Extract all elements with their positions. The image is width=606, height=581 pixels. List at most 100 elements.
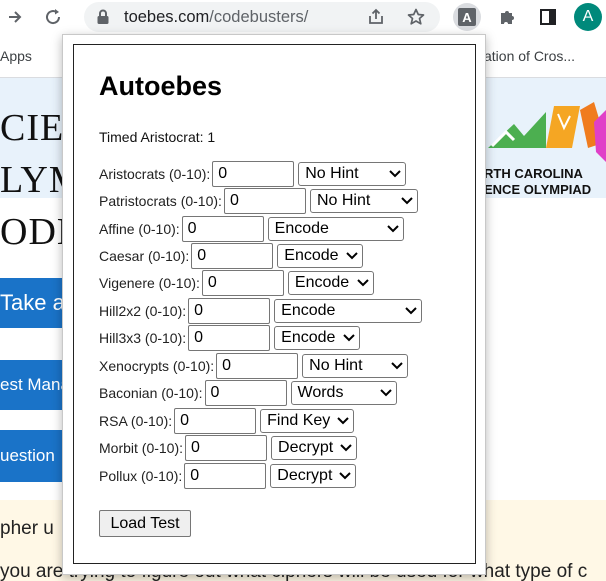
row-rsa: RSA (0-10): Find Key	[99, 408, 355, 434]
hill3x3-label: Hill3x3 (0-10):	[99, 330, 187, 346]
morbit-label: Morbit (0-10):	[99, 440, 184, 456]
side-panel-button[interactable]	[534, 3, 562, 31]
pollux-count-input[interactable]	[184, 463, 267, 489]
timed-aristocrat-label: Timed Aristocrat: 1	[99, 129, 216, 145]
affine-mode-select[interactable]: Encode	[267, 217, 404, 241]
row-caesar: Caesar (0-10): Encode	[99, 243, 364, 269]
hill2x2-label: Hill2x2 (0-10):	[99, 303, 187, 319]
affine-label: Affine (0-10):	[99, 221, 180, 237]
url-path: /codebusters/	[209, 8, 309, 26]
section-heading-fragment: pher u	[0, 518, 54, 539]
chevron-down-icon	[343, 334, 355, 342]
row-baconian: Baconian (0-10): Words	[99, 380, 397, 406]
autoebes-extension-button[interactable]: A	[453, 3, 481, 31]
xenocrypts-label: Xenocrypts (0-10):	[99, 358, 215, 374]
chevron-down-icon	[379, 389, 392, 397]
arrow-right-icon	[9, 11, 22, 23]
url-text: toebes.com/codebusters/	[124, 8, 308, 27]
test-manager-button[interactable]: est Mana	[0, 360, 64, 410]
chevron-down-icon	[405, 307, 417, 315]
take-test-button[interactable]: Take a	[0, 278, 64, 328]
popup-frame: Autoebes Timed Aristocrat: 1 Aristocrats…	[73, 44, 476, 564]
morbit-count-input[interactable]	[185, 435, 268, 461]
extensions-button[interactable]	[494, 3, 522, 31]
chevron-down-icon	[391, 362, 403, 370]
puzzle-icon	[501, 11, 514, 24]
bookmark-item[interactable]: ation of Cros...	[484, 48, 575, 64]
caesar-label: Caesar (0-10):	[99, 248, 190, 264]
baconian-count-input[interactable]	[204, 380, 287, 406]
baconian-mode-select[interactable]: Words	[290, 381, 397, 405]
hill2x2-mode-value: Encode	[281, 302, 336, 319]
xenocrypts-count-input[interactable]	[216, 353, 299, 379]
reload-button[interactable]	[40, 4, 66, 30]
vigenere-count-input[interactable]	[201, 270, 284, 296]
baconian-label: Baconian (0-10):	[99, 385, 203, 401]
chevron-down-icon	[401, 197, 413, 205]
chevron-down-icon	[340, 444, 352, 452]
take-test-label: Take a	[0, 290, 64, 315]
logo-graphic	[488, 102, 606, 162]
pollux-mode-value: Decrypt	[277, 467, 333, 484]
logo-line-1: RTH CAROLINA	[484, 166, 583, 181]
caesar-count-input[interactable]	[191, 243, 274, 269]
row-patristocrats: Patristocrats (0-10): No Hint	[99, 188, 418, 214]
xenocrypts-hint-value: No Hint	[309, 357, 363, 374]
popup-title: Autoebes	[99, 71, 223, 101]
chevron-down-icon	[346, 252, 358, 260]
hill2x2-mode-select[interactable]: Encode	[274, 299, 423, 323]
forward-button[interactable]	[2, 4, 28, 30]
morbit-mode-value: Decrypt	[278, 439, 334, 456]
row-xenocrypts: Xenocrypts (0-10): No Hint	[99, 353, 409, 379]
bookmark-apps[interactable]: Apps	[0, 48, 32, 64]
bookmark-star-icon[interactable]	[406, 7, 426, 27]
row-morbit: Morbit (0-10): Decrypt	[99, 435, 358, 461]
hill3x3-count-input[interactable]	[188, 325, 271, 351]
patristocrats-hint-value: No Hint	[316, 192, 371, 209]
vigenere-mode-select[interactable]: Encode	[287, 271, 374, 295]
vigenere-label: Vigenere (0-10):	[99, 275, 200, 291]
patristocrats-label: Patristocrats (0-10):	[99, 193, 222, 209]
load-test-button[interactable]: Load Test	[99, 510, 191, 537]
profile-avatar[interactable]: A	[574, 3, 602, 31]
address-bar[interactable]: toebes.com/codebusters/	[84, 2, 440, 32]
rsa-count-input[interactable]	[174, 408, 257, 434]
share-icon[interactable]	[366, 7, 386, 27]
patristocrats-count-input[interactable]	[223, 188, 306, 214]
url-host: toebes.com	[124, 8, 210, 26]
aristocrats-count-input[interactable]	[212, 161, 295, 187]
chevron-down-icon	[389, 170, 401, 178]
xenocrypts-hint-select[interactable]: No Hint	[302, 354, 409, 378]
extension-popup: Autoebes Timed Aristocrat: 1 Aristocrats…	[62, 34, 486, 575]
hill2x2-count-input[interactable]	[188, 298, 271, 324]
browser-toolbar: toebes.com/codebusters/ A A	[0, 0, 606, 34]
logo-line-2: ENCE OLYMPIAD	[484, 182, 592, 197]
rsa-mode-select[interactable]: Find Key	[260, 409, 355, 433]
hill3x3-mode-select[interactable]: Encode	[274, 326, 361, 350]
morbit-mode-select[interactable]: Decrypt	[271, 436, 358, 460]
pollux-mode-select[interactable]: Decrypt	[270, 464, 357, 488]
row-aristocrats: Aristocrats (0-10): No Hint	[99, 161, 407, 187]
test-manager-label: est Mana	[0, 375, 64, 394]
caesar-mode-select[interactable]: Encode	[277, 244, 364, 268]
baconian-mode-value: Words	[297, 384, 344, 401]
vigenere-mode-value: Encode	[294, 274, 350, 291]
affine-mode-value: Encode	[274, 220, 329, 237]
question-label: uestion	[0, 446, 55, 465]
chevron-down-icon	[357, 279, 369, 287]
aristocrats-hint-select[interactable]: No Hint	[298, 162, 407, 186]
row-affine: Affine (0-10): Encode	[99, 216, 404, 242]
question-button[interactable]: uestion	[0, 430, 64, 482]
row-vigenere: Vigenere (0-10): Encode	[99, 270, 374, 296]
aristocrats-hint-value: No Hint	[305, 165, 359, 182]
chevron-down-icon	[386, 225, 399, 233]
row-pollux: Pollux (0-10): Decrypt	[99, 463, 357, 489]
reload-icon	[46, 9, 61, 25]
patristocrats-hint-select[interactable]: No Hint	[309, 189, 418, 213]
nc-science-olympiad-logo: RTH CAROLINA ENCE OLYMPIAD	[484, 102, 606, 202]
lock-icon[interactable]	[96, 9, 110, 25]
affine-count-input[interactable]	[181, 216, 264, 242]
rsa-label: RSA (0-10):	[99, 413, 173, 429]
autoebes-extension-icon: A	[458, 8, 476, 26]
pollux-label: Pollux (0-10):	[99, 468, 183, 484]
